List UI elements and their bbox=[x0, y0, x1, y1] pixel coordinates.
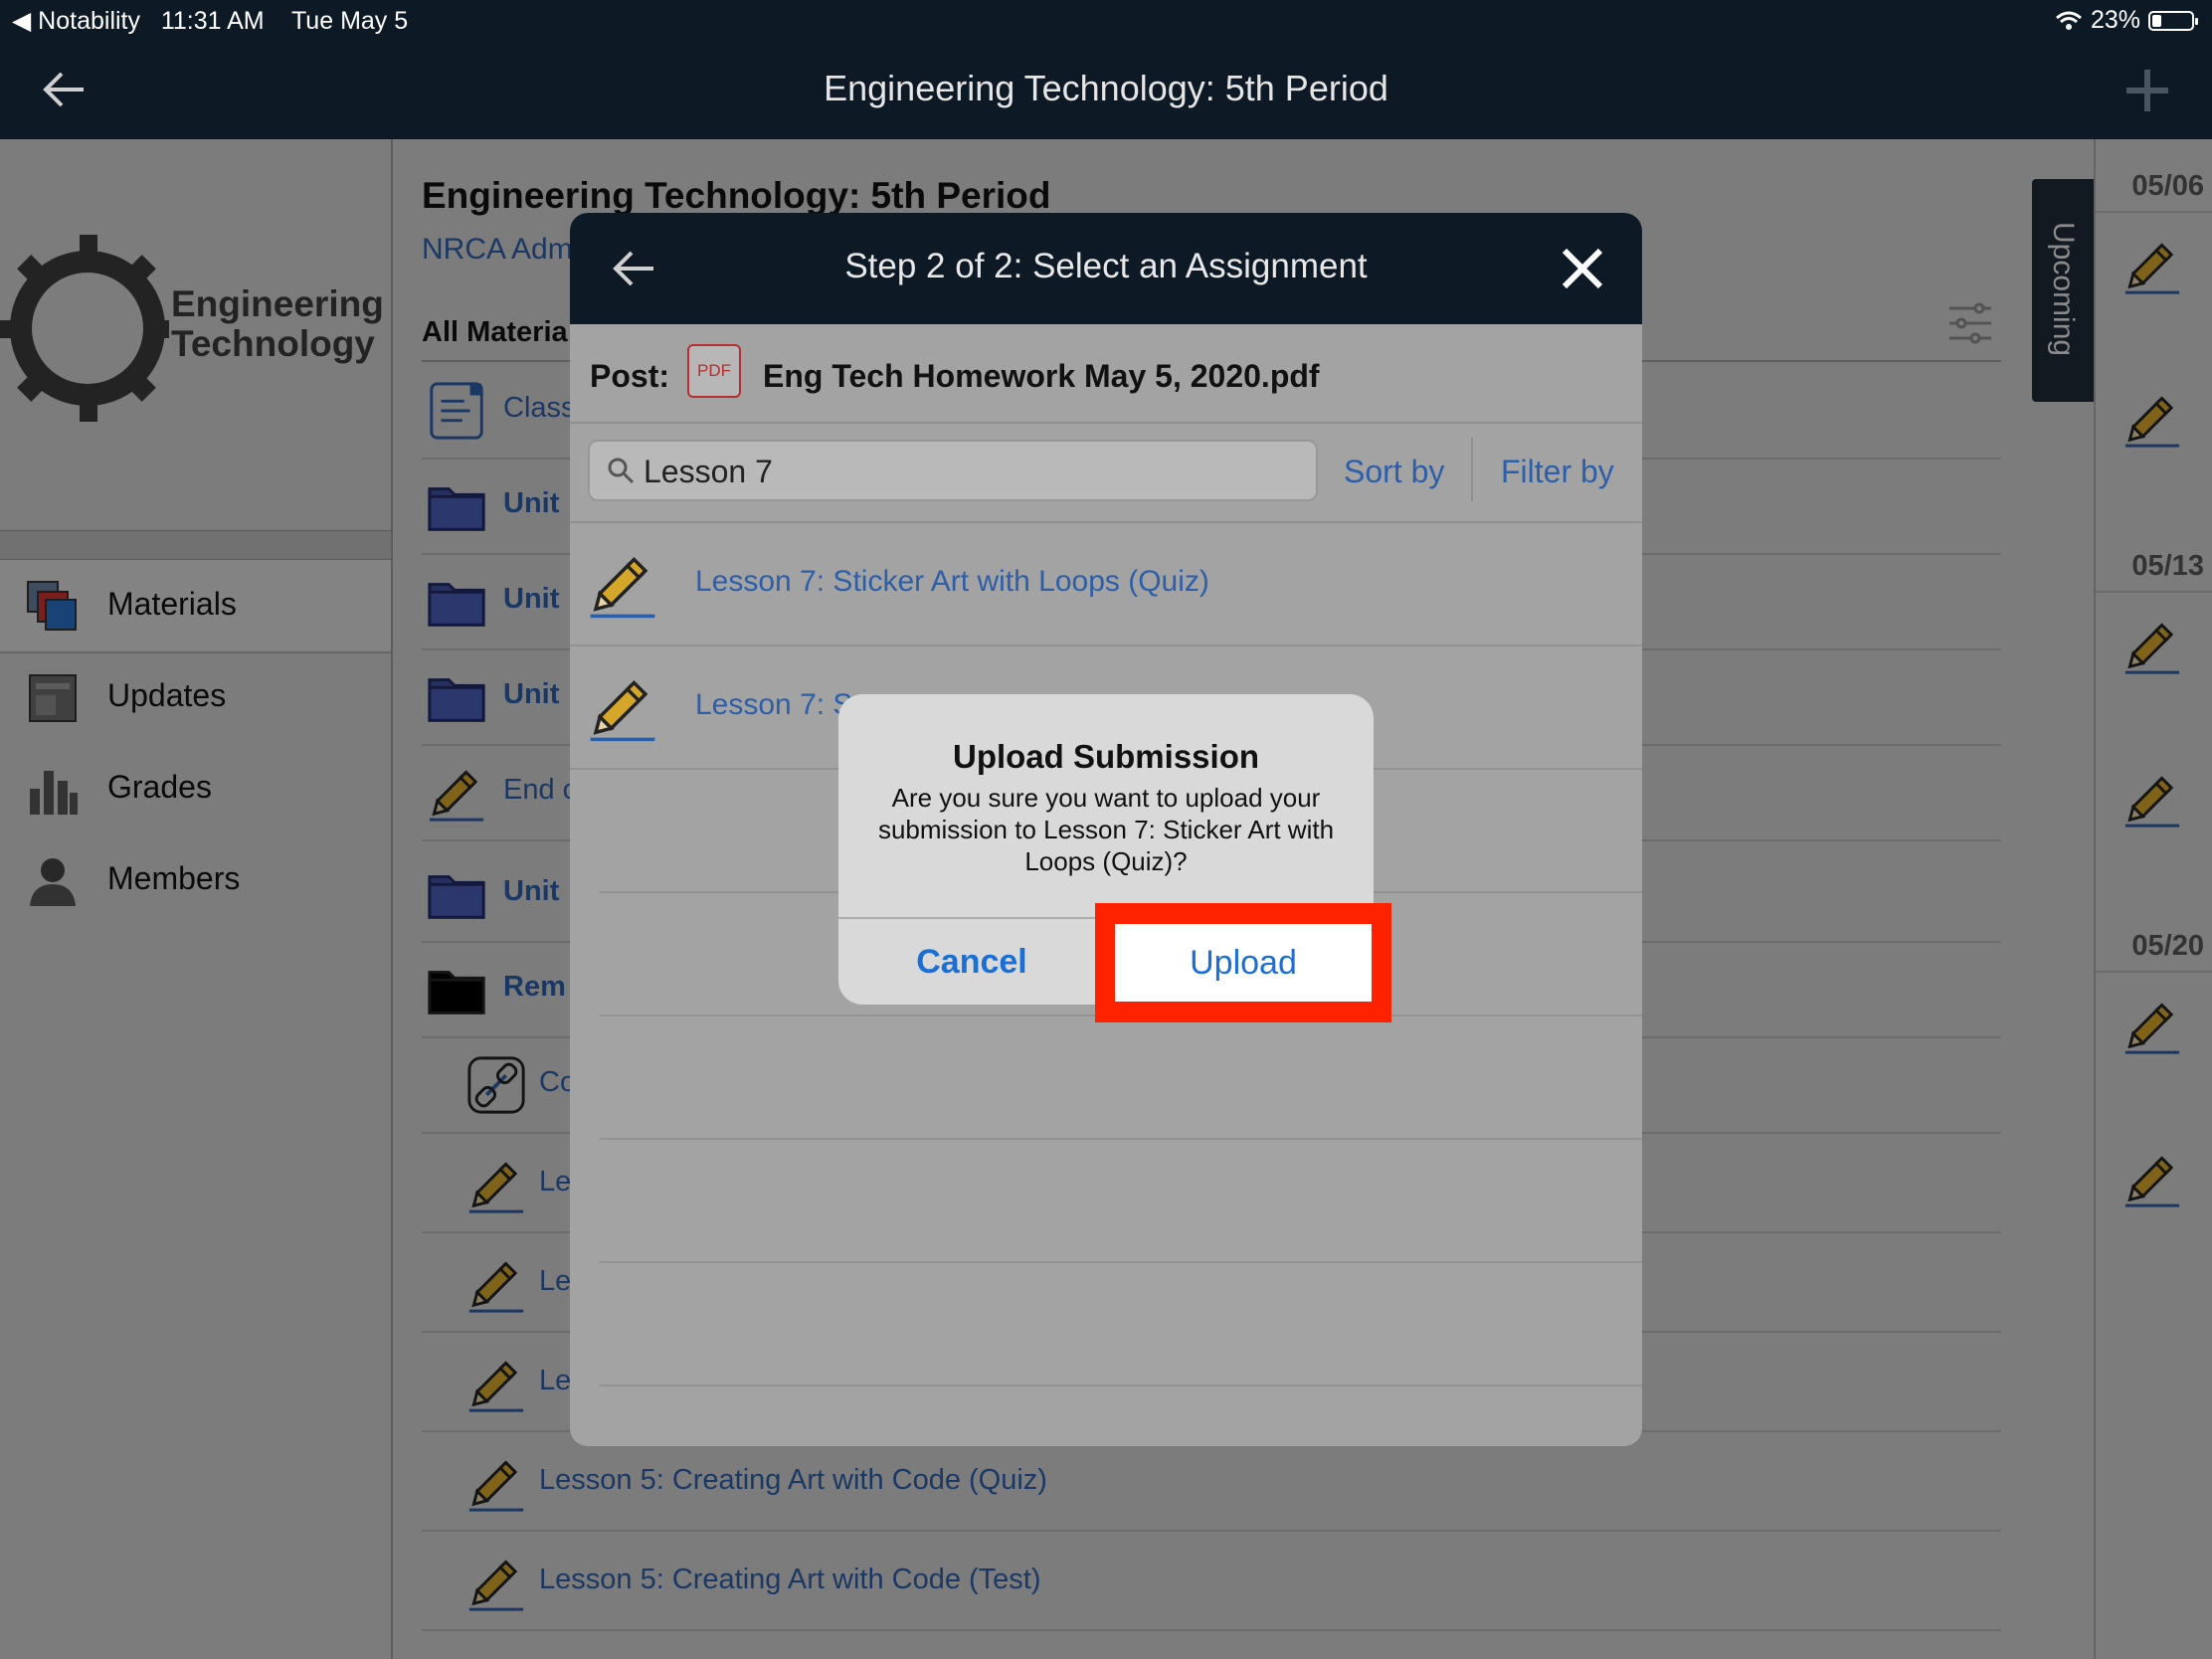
pencil-icon bbox=[586, 547, 659, 621]
assignment-label: Lesson 7: S bbox=[695, 688, 853, 721]
modal-title: Step 2 of 2: Select an Assignment bbox=[844, 247, 1368, 285]
status-time: 11:31 AM bbox=[160, 7, 265, 35]
alert-title: Upload Submission bbox=[952, 738, 1260, 775]
pdf-icon: PDF bbox=[687, 344, 741, 398]
battery-icon bbox=[2148, 10, 2198, 31]
nav-bar: Engineering Technology: 5th Period bbox=[0, 40, 2212, 139]
nav-title: Engineering Technology: 5th Period bbox=[824, 68, 1388, 108]
search-icon bbox=[608, 458, 635, 484]
modal-header: Step 2 of 2: Select an Assignment bbox=[570, 213, 1642, 324]
toolbar-separator bbox=[1471, 438, 1473, 501]
row-divider bbox=[600, 1261, 1642, 1263]
post-label: Post: bbox=[590, 358, 669, 394]
status-date: Tue May 5 bbox=[290, 7, 409, 35]
upload-button[interactable]: Upload bbox=[1115, 924, 1372, 1002]
add-plus-icon[interactable] bbox=[2122, 66, 2172, 115]
assignment-row[interactable]: Lesson 7: Sticker Art with Loops (Quiz) bbox=[570, 523, 1642, 646]
pencil-icon bbox=[586, 670, 659, 744]
battery-percent: 23% bbox=[2090, 6, 2140, 34]
back-to-app-link[interactable]: ◀ Notability bbox=[12, 7, 140, 35]
close-icon[interactable] bbox=[1561, 247, 1604, 290]
post-filename: Eng Tech Homework May 5, 2020.pdf bbox=[763, 358, 1320, 394]
status-bar: ◀ Notability 11:31 AM Tue May 5 23% bbox=[0, 0, 2212, 40]
assignment-label: Lesson 7: Sticker Art with Loops (Quiz) bbox=[695, 565, 1209, 598]
wifi-icon bbox=[2055, 11, 2082, 30]
search-row: Lesson 7 Sort by Filter by bbox=[570, 424, 1642, 523]
post-row: Post: PDF Eng Tech Homework May 5, 2020.… bbox=[570, 324, 1642, 424]
row-divider bbox=[600, 1138, 1642, 1140]
search-value: Lesson 7 bbox=[644, 454, 773, 489]
search-input[interactable]: Lesson 7 bbox=[588, 440, 1318, 501]
filter-by-button[interactable]: Filter by bbox=[1501, 454, 1614, 490]
row-divider bbox=[600, 1384, 1642, 1386]
cancel-button[interactable]: Cancel bbox=[838, 919, 1105, 1005]
alert-message: Are you sure you want to upload your sub… bbox=[877, 783, 1335, 876]
sort-by-button[interactable]: Sort by bbox=[1344, 454, 1444, 490]
